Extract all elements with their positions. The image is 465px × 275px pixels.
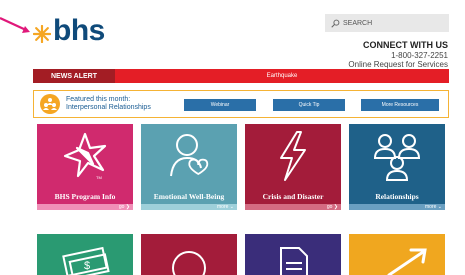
tile-label: Crisis and Disaster — [245, 188, 341, 204]
svg-text:TM: TM — [96, 175, 102, 180]
featured-line1: Featured this month: — [66, 96, 131, 103]
circle-icon — [172, 251, 206, 275]
logo-text: bhs — [53, 14, 105, 47]
chevron-right-icon: ❯ — [333, 204, 338, 210]
connect-block: CONNECT WITH US 1-800-327-2251 Online Re… — [348, 40, 448, 70]
star-icon: TM — [63, 132, 107, 180]
tile-go-text: go — [118, 204, 125, 210]
search-input[interactable]: SEARCH — [325, 14, 449, 32]
tile-financial[interactable]: $ — [37, 234, 133, 275]
tile-more-link[interactable]: more ⌄ — [217, 204, 234, 210]
tile-art — [349, 124, 445, 188]
pointer-arrow-icon — [0, 17, 30, 33]
featured-line2[interactable]: Interpersonal Relationships — [66, 104, 186, 112]
search-icon — [331, 19, 340, 28]
tile-more-link[interactable]: more ⌄ — [425, 204, 442, 210]
featured-text: Featured this month: Interpersonal Relat… — [66, 96, 186, 112]
quick-tip-button[interactable]: Quick Tip — [273, 99, 345, 111]
chevron-down-icon: ⌄ — [229, 204, 234, 210]
lightning-icon — [280, 131, 306, 181]
tile-relationships[interactable]: Relationships more ⌄ — [349, 124, 445, 210]
tile-circle[interactable] — [141, 234, 237, 275]
tile-label: BHS Program Info — [37, 188, 133, 204]
person-heart-icon — [170, 134, 209, 177]
money-icon: $ — [62, 246, 110, 275]
tile-label: Emotional Well-Being — [141, 188, 237, 204]
tile-go-link[interactable]: go ❯ — [119, 204, 130, 210]
tile-document[interactable] — [245, 234, 341, 275]
chevron-right-icon: ❯ — [125, 204, 130, 210]
tile-go-text: go — [326, 204, 333, 210]
tile-emotional-well-being[interactable]: Emotional Well-Being more ⌄ — [141, 124, 237, 210]
tile-go-link[interactable]: go ❯ — [327, 204, 338, 210]
bhs-logo[interactable]: bhs — [33, 16, 105, 46]
connect-title: CONNECT WITH US — [363, 40, 448, 50]
tile-label: Relationships — [349, 188, 445, 204]
people-icon — [40, 94, 60, 114]
connect-phone[interactable]: 1-800-327-2251 — [348, 51, 448, 60]
star-icon — [33, 25, 51, 43]
people-group-icon — [373, 134, 421, 181]
more-resources-button[interactable]: More Resources — [361, 99, 439, 111]
tile-art — [141, 124, 237, 188]
news-alert-bar: NEWS ALERT Earthquake — [33, 69, 449, 83]
svg-text:$: $ — [84, 260, 90, 272]
document-icon — [280, 247, 308, 275]
tile-more-text: more — [217, 204, 229, 210]
trend-arrow-icon — [387, 248, 427, 275]
tile-art — [245, 124, 341, 188]
tile-growth[interactable] — [349, 234, 445, 275]
tile-more-text: more — [425, 204, 437, 210]
chevron-down-icon: ⌄ — [437, 204, 442, 210]
tile-art: TM — [37, 124, 133, 188]
news-alert-item[interactable]: Earthquake — [115, 69, 449, 83]
tile-crisis-and-disaster[interactable]: Crisis and Disaster go ❯ — [245, 124, 341, 210]
search-placeholder: SEARCH — [343, 19, 373, 27]
featured-bar: Featured this month: Interpersonal Relat… — [33, 90, 449, 118]
tile-bhs-program-info[interactable]: TM BHS Program Info go ❯ — [37, 124, 133, 210]
news-alert-label: NEWS ALERT — [33, 69, 115, 83]
webinar-button[interactable]: Webinar — [184, 99, 256, 111]
